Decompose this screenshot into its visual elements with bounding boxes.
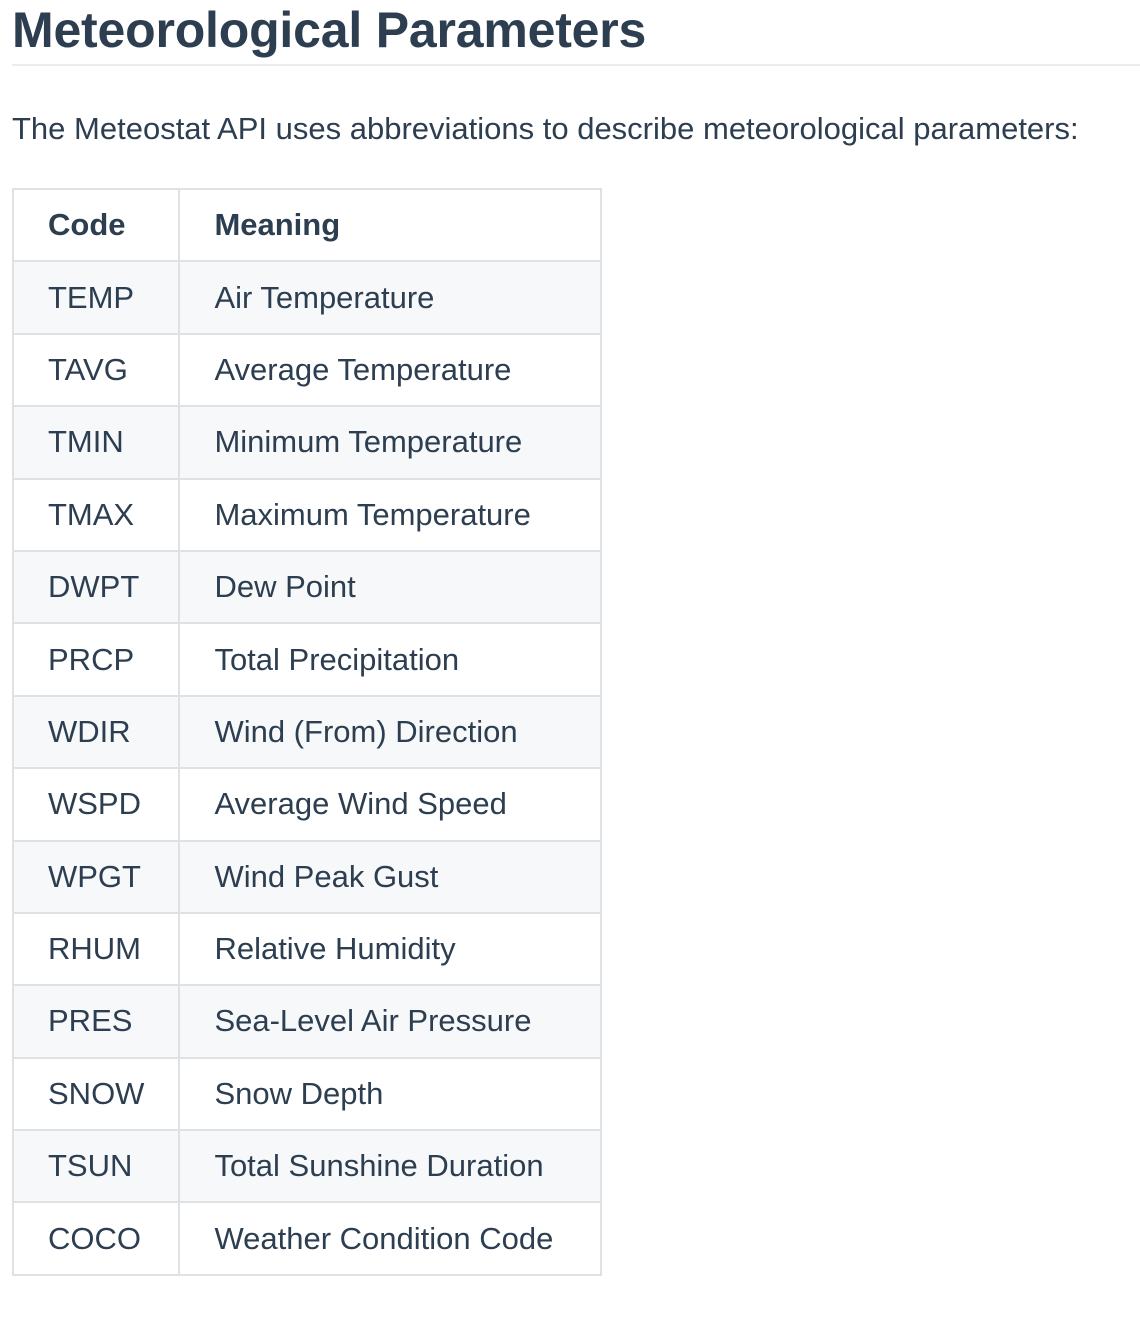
table-row: WPGT Wind Peak Gust bbox=[11, 839, 603, 914]
code-cell: PRCP bbox=[11, 622, 181, 697]
bottom-fade bbox=[0, 1272, 1140, 1332]
table-row: COCO Weather Condition Code bbox=[11, 1201, 603, 1276]
meaning-cell: Sea-Level Air Pressure bbox=[178, 984, 603, 1059]
code-cell: TMIN bbox=[11, 405, 181, 480]
table-row: PRCP Total Precipitation bbox=[11, 622, 603, 697]
meaning-cell: Minimum Temperature bbox=[178, 405, 603, 480]
meaning-cell: Average Wind Speed bbox=[178, 767, 603, 842]
column-header-code: Code bbox=[11, 187, 181, 263]
table-row: DWPT Dew Point bbox=[11, 549, 603, 625]
code-cell: COCO bbox=[11, 1201, 181, 1276]
code-cell: WSPD bbox=[11, 767, 181, 842]
meaning-cell: Relative Humidity bbox=[178, 911, 603, 987]
code-cell: WPGT bbox=[11, 839, 181, 914]
code-cell: TEMP bbox=[11, 260, 181, 335]
meaning-cell: Total Sunshine Duration bbox=[178, 1129, 603, 1204]
meaning-cell: Snow Depth bbox=[178, 1056, 603, 1132]
code-cell: TSUN bbox=[11, 1129, 181, 1204]
meaning-cell: Wind Peak Gust bbox=[178, 839, 603, 914]
document-page: Meteorological Parameters The Meteostat … bbox=[11, 0, 1140, 1276]
table-row: TMAX Maximum Temperature bbox=[11, 477, 603, 552]
meaning-cell: Wind (From) Direction bbox=[178, 694, 603, 770]
meaning-cell: Maximum Temperature bbox=[178, 477, 603, 552]
code-cell: DWPT bbox=[11, 549, 181, 625]
code-cell: SNOW bbox=[11, 1056, 181, 1132]
table-row: WDIR Wind (From) Direction bbox=[11, 694, 603, 770]
meaning-cell: Air Temperature bbox=[178, 260, 603, 335]
code-cell: TAVG bbox=[11, 332, 181, 408]
table-body: TEMP Air Temperature TAVG Average Temperatu… bbox=[11, 260, 603, 1276]
code-cell: WDIR bbox=[11, 694, 181, 770]
parameters-table: Code Meaning TEMP Air Temperature TAVG Aver… bbox=[11, 187, 603, 1276]
meaning-cell: Dew Point bbox=[178, 549, 603, 625]
meaning-cell: Total Precipitation bbox=[178, 622, 603, 697]
code-cell: RHUM bbox=[11, 911, 181, 987]
table-row: PRES Sea-Level Air Pressure bbox=[11, 984, 603, 1059]
table-row: WSPD Average Wind Speed bbox=[11, 767, 603, 842]
table-header: Code Meaning bbox=[11, 187, 603, 263]
table-row: RHUM Relative Humidity bbox=[11, 911, 603, 987]
meaning-cell: Weather Condition Code bbox=[178, 1201, 603, 1276]
table-row: TAVG Average Temperature bbox=[11, 332, 603, 408]
column-header-meaning: Meaning bbox=[178, 187, 603, 263]
table-row: TSUN Total Sunshine Duration bbox=[11, 1129, 603, 1204]
code-cell: TMAX bbox=[11, 477, 181, 552]
table-row: SNOW Snow Depth bbox=[11, 1056, 603, 1132]
meaning-cell: Average Temperature bbox=[178, 332, 603, 408]
table-header-row: Code Meaning bbox=[11, 187, 603, 263]
table-row: TEMP Air Temperature bbox=[11, 260, 603, 335]
code-cell: PRES bbox=[11, 984, 181, 1059]
page-title: Meteorological Parameters bbox=[12, 0, 1140, 66]
intro-paragraph: The Meteostat API uses abbreviations to … bbox=[12, 111, 1079, 146]
table-row: TMIN Minimum Temperature bbox=[11, 405, 603, 480]
